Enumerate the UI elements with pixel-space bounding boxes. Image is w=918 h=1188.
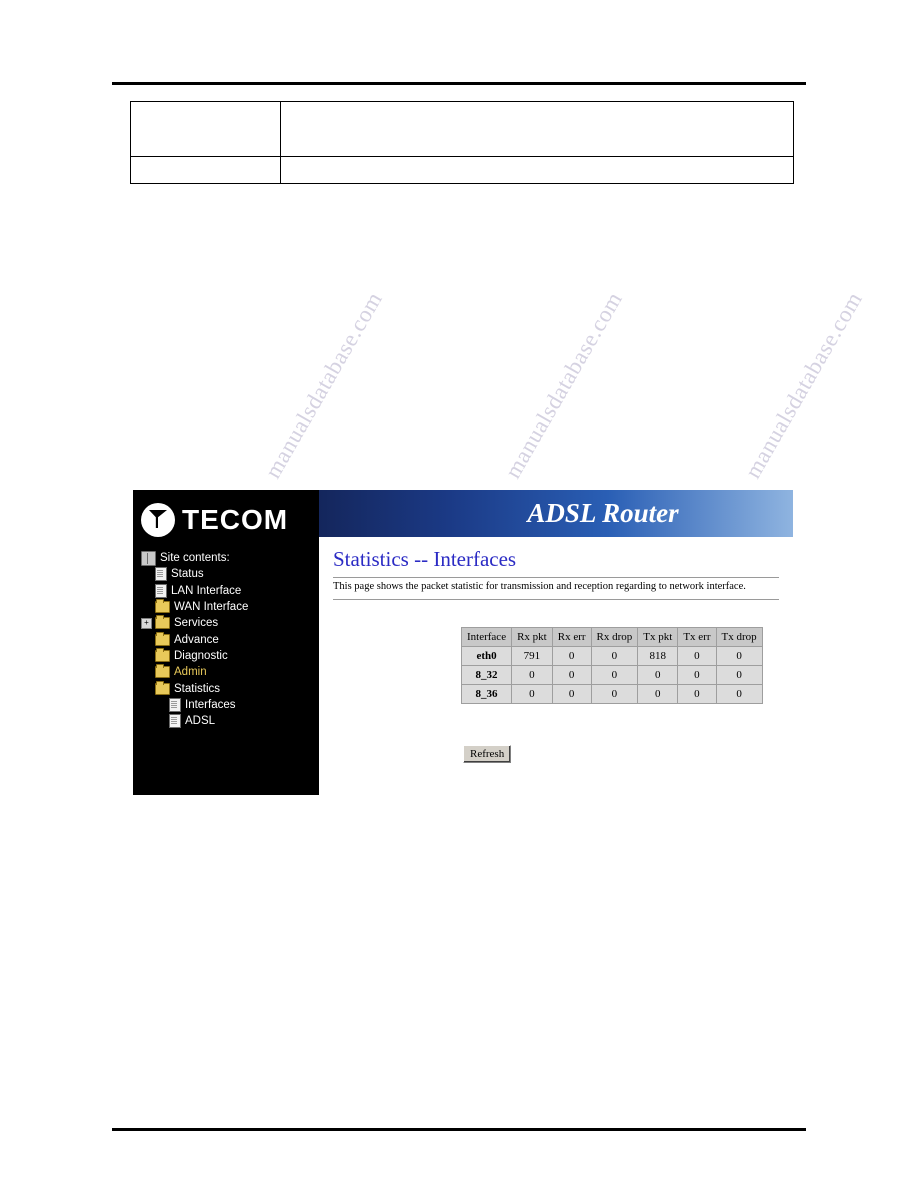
column-header-tx-err: Tx err [677, 627, 717, 647]
table-cell: eth0 [460, 646, 513, 666]
page-icon [169, 697, 181, 712]
sidebar-item-label: Statistics [174, 682, 221, 695]
sidebar-item-status[interactable]: Status [133, 566, 319, 582]
table-row: eth0 791 0 0 818 0 0 [460, 646, 763, 666]
table-cell: 0 [677, 684, 717, 704]
sidebar-item-label: Admin [174, 666, 207, 679]
table-cell: 791 [511, 646, 553, 666]
folder-icon [155, 664, 170, 679]
table-cell: 8_32 [460, 665, 513, 685]
sidebar-item-label: Services [174, 617, 219, 630]
column-header-interface: Interface [460, 627, 513, 647]
table-cell [130, 156, 281, 184]
table-cell: 8_36 [460, 684, 513, 704]
table-row [130, 101, 794, 157]
table-cell [130, 101, 281, 157]
column-header-rx-err: Rx err [551, 627, 592, 647]
sidebar-nav: Site contents: Status LAN Interface WAN … [133, 537, 319, 795]
description-divider [333, 599, 779, 600]
table-cell: 0 [590, 684, 639, 704]
header-rule [112, 82, 806, 85]
title-divider [333, 577, 779, 578]
table-cell: 0 [511, 684, 553, 704]
table-cell: 0 [677, 646, 717, 666]
table-cell: 0 [551, 665, 592, 685]
table-cell: 0 [637, 684, 679, 704]
table-cell: 0 [590, 646, 639, 666]
sidebar-item-label: WAN Interface [174, 601, 249, 614]
table-cell: 0 [715, 646, 763, 666]
table-cell: 818 [637, 646, 679, 666]
refresh-button[interactable]: Refresh [463, 745, 512, 763]
table-row: 8_36 0 0 0 0 0 0 [460, 684, 763, 704]
top-parameter-table [130, 101, 794, 184]
sidebar-item-label: ADSL [185, 715, 216, 728]
page-icon [169, 714, 181, 729]
sidebar-item-lan-interface[interactable]: LAN Interface [133, 583, 319, 599]
sidebar-item-label: Status [171, 568, 204, 581]
folder-icon [155, 680, 170, 695]
column-header-tx-drop: Tx drop [715, 627, 763, 647]
folder-icon [155, 647, 170, 662]
watermark-text: manualsdatabase.com [260, 287, 387, 483]
sidebar-header-label: Site contents: [160, 552, 230, 565]
sidebar-header: Site contents: [133, 550, 319, 566]
footer-rule [112, 1128, 806, 1131]
folder-icon [155, 615, 170, 630]
column-header-tx-pkt: Tx pkt [637, 627, 679, 647]
expand-plus-icon[interactable]: + [141, 617, 152, 629]
table-cell [280, 101, 794, 157]
page-icon [155, 583, 167, 598]
sidebar-item-label: LAN Interface [171, 584, 242, 597]
interface-statistics-table: Interface Rx pkt Rx err Rx drop Tx pkt T… [460, 627, 763, 704]
sidebar-item-wan-interface[interactable]: WAN Interface [133, 599, 319, 615]
table-cell: 0 [715, 684, 763, 704]
app-title: ADSL Router [527, 498, 679, 528]
sidebar-item-services[interactable]: + Services [133, 615, 319, 631]
sidebar-item-advance[interactable]: Advance [133, 631, 319, 647]
document-page: manualsdatabase.com manualsdatabase.com … [0, 0, 918, 1188]
sidebar-item-interfaces[interactable]: Interfaces [133, 697, 319, 713]
watermark-text: manualsdatabase.com [500, 287, 627, 483]
folder-icon [155, 631, 170, 646]
sidebar-item-statistics[interactable]: Statistics [133, 680, 319, 696]
router-web-ui-screenshot: ADSL Router TECOM Site contents: Status … [133, 490, 793, 795]
column-header-rx-pkt: Rx pkt [511, 627, 553, 647]
folder-icon [155, 599, 170, 614]
page-title: Statistics -- Interfaces [333, 547, 517, 571]
table-cell: 0 [677, 665, 717, 685]
table-cell: 0 [590, 665, 639, 685]
table-row [130, 156, 794, 184]
tecom-arrow-logo-icon [141, 503, 175, 537]
sidebar-item-diagnostic[interactable]: Diagnostic [133, 647, 319, 664]
sidebar-item-adsl[interactable]: ADSL [133, 713, 319, 729]
table-cell [280, 156, 794, 184]
watermark-text: manualsdatabase.com [740, 287, 867, 483]
brand-name: TECOM [182, 504, 289, 535]
main-content: Statistics -- Interfaces This page shows… [319, 537, 793, 795]
table-cell: 0 [511, 665, 553, 685]
table-cell: 0 [637, 665, 679, 685]
sidebar-item-label: Interfaces [185, 698, 236, 711]
page-description: This page shows the packet statistic for… [333, 581, 746, 592]
sidebar-item-label: Advance [174, 633, 219, 646]
table-row: 8_32 0 0 0 0 0 0 [460, 665, 763, 685]
column-header-rx-drop: Rx drop [590, 627, 639, 647]
book-icon [141, 550, 156, 566]
table-header-row: Interface Rx pkt Rx err Rx drop Tx pkt T… [460, 627, 763, 647]
sidebar-item-label: Diagnostic [174, 649, 228, 662]
sidebar-item-admin[interactable]: Admin [133, 664, 319, 680]
table-cell: 0 [551, 684, 592, 704]
page-icon [155, 567, 167, 582]
table-cell: 0 [551, 646, 592, 666]
table-cell: 0 [715, 665, 763, 685]
